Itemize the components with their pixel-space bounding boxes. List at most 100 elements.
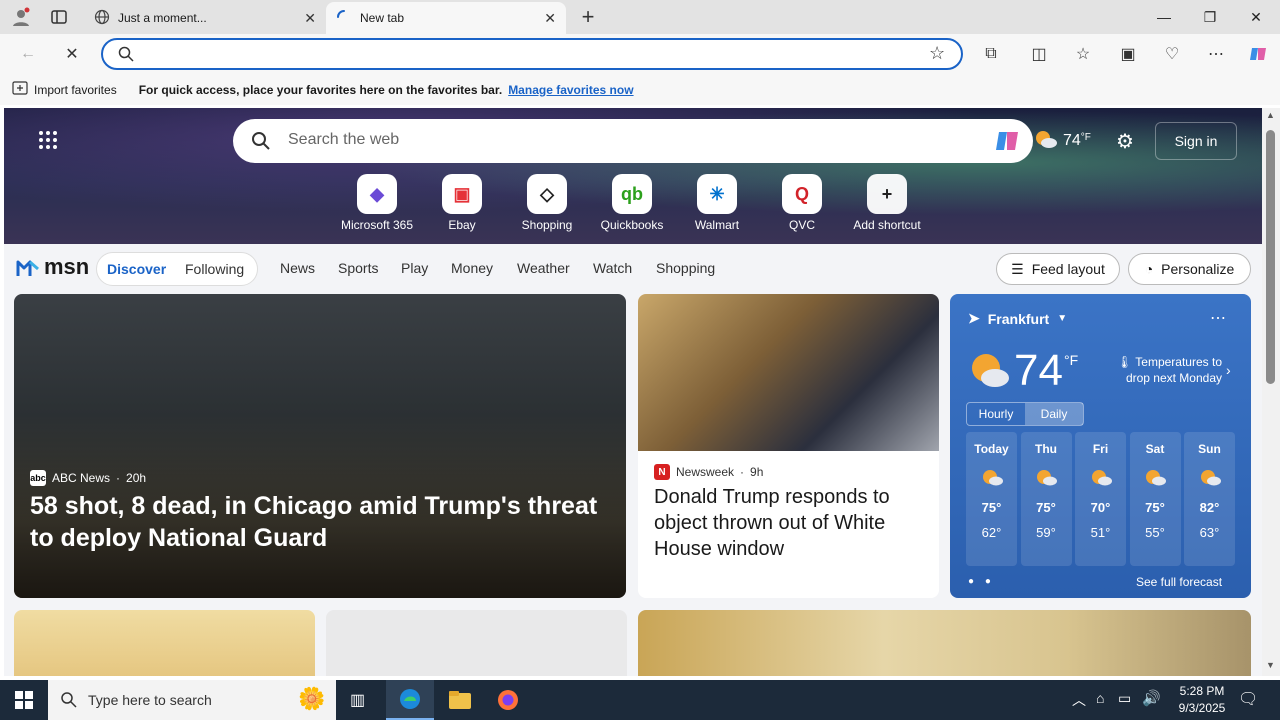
import-favorites-icon[interactable] [12,81,28,98]
msn-new-tab-page: Search the web 74°F ⚙ Sign in ◆ Microsoft… [4,108,1262,676]
nav-link-sports[interactable]: Sports [338,260,378,276]
collections-icon[interactable]: ▣ [1114,42,1142,66]
story-card[interactable] [638,610,1251,676]
favorites-bar: Import favorites For quick access, place… [0,74,1280,105]
show-hidden-icons[interactable]: ︿ [1072,690,1086,710]
daily-toggle[interactable]: Daily [1025,403,1083,425]
forecast-day[interactable]: Today 75° 62° [966,432,1017,566]
tab-title: New tab [360,11,405,25]
tab-following[interactable]: Following [185,261,244,277]
manage-favorites-link[interactable]: Manage favorites now [508,83,633,97]
copilot-search-icon[interactable] [993,128,1021,157]
volume-icon[interactable]: 🔊 [1142,689,1161,707]
import-favorites-button[interactable]: Import favorites [34,83,117,97]
story-card[interactable] [14,610,315,676]
browser-essentials-icon[interactable]: ♡ [1158,42,1186,66]
nav-link-play[interactable]: Play [401,260,428,276]
nav-link-shopping[interactable]: Shopping [656,260,715,276]
sign-in-button[interactable]: Sign in [1155,122,1237,160]
favorites-icon[interactable]: ☆ [1069,42,1097,66]
shortcut-plus[interactable]: + Add shortcut [847,174,927,232]
more-menu-icon[interactable]: ⋯ [1202,42,1230,66]
favorite-star-icon[interactable]: ☆ [929,43,945,64]
forecast-day[interactable]: Sun 82° 63° [1184,432,1235,566]
network-icon[interactable]: ⌂ [1096,690,1104,706]
msn-logo[interactable]: msn [16,254,89,280]
feed-layout-button[interactable]: ☰ Feed layout [996,253,1120,285]
firefox-icon[interactable] [496,688,520,715]
nav-link-weather[interactable]: Weather [517,260,570,276]
taskbar-search-box[interactable]: Type here to search 🌼 [48,680,336,720]
weather-location[interactable]: ➤ Frankfurt ▼ [968,310,1067,327]
more-options-icon[interactable]: ⋯ [1210,308,1226,328]
minimize-button[interactable]: — [1141,4,1187,30]
search-icon [60,691,78,712]
windows-start-icon[interactable] [14,690,34,713]
address-bar[interactable]: ☆ [101,38,963,70]
shortcut-microsoft365[interactable]: ◆ Microsoft 365 [337,174,417,232]
stop-loading-icon[interactable]: ✕ [58,42,86,66]
close-window-button[interactable]: ✕ [1233,4,1279,30]
story-card[interactable] [326,610,627,676]
tab-actions-icon[interactable] [50,8,70,26]
task-view-icon[interactable]: ▥ [350,690,365,710]
see-full-forecast-link[interactable]: See full forecast [1136,575,1222,589]
weather-sun-cloud-icon [968,350,1010,391]
story-source: N Newsweek · 9h [654,464,763,480]
forecast-day-name: Sat [1145,442,1165,456]
shortcut-walmart[interactable]: ✳ Walmart [677,174,757,232]
shortcut-ebay[interactable]: ▣ Ebay [422,174,502,232]
newsweek-logo-icon: N [654,464,670,480]
forecast-day-name: Fri [1092,442,1109,456]
forecast-day[interactable]: Sat 75° 55° [1129,432,1181,566]
side-story-card[interactable]: N Newsweek · 9h Donald Trump responds to… [638,294,939,598]
chevron-right-icon[interactable]: › [1226,362,1231,378]
back-icon[interactable]: ← [14,42,42,66]
settings-gear-icon[interactable]: ⚙ [1116,129,1134,154]
close-tab-icon[interactable]: ✕ [304,10,316,27]
forecast-day[interactable]: Fri 70° 51° [1075,432,1126,566]
tab-just-a-moment[interactable]: Just a moment... ✕ [84,2,326,34]
story-headline[interactable]: Donald Trump responds to object thrown o… [654,484,924,562]
vertical-scrollbar[interactable]: ▲ ▼ [1262,108,1280,676]
abc-news-logo-icon: abc [30,470,46,486]
sign-in-label: Sign in [1174,133,1218,149]
app-launcher-icon[interactable] [38,130,58,153]
close-tab-icon[interactable]: ✕ [544,10,556,27]
hero-story-card[interactable]: abc ABC News · 20h 58 shot, 8 dead, in C… [14,294,626,598]
edge-taskbar-icon[interactable] [386,680,434,720]
forecast-low: 51° [1090,525,1111,540]
profile-avatar[interactable] [8,6,34,28]
new-tab-button[interactable]: + [576,4,600,30]
scroll-down-icon[interactable]: ▼ [1266,660,1275,670]
sun-cloud-icon [1144,468,1166,486]
personalize-button[interactable]: ◔ Personalize [1128,253,1251,285]
split-screen-icon[interactable]: ◫ [1025,42,1053,66]
restore-button[interactable]: ❐ [1187,4,1233,30]
clock[interactable]: 5:28 PM 9/3/2025 [1170,683,1234,717]
ethernet-icon[interactable]: ▭ [1118,690,1131,707]
tab-discover[interactable]: Discover [107,261,166,277]
nav-link-news[interactable]: News [280,260,315,276]
copilot-icon[interactable] [1244,42,1272,66]
extensions-icon[interactable]: ⧉ [977,42,1005,66]
scroll-up-icon[interactable]: ▲ [1266,110,1275,120]
web-search-box[interactable]: Search the web [233,119,1033,163]
forecast-low: 63° [1199,525,1220,540]
shortcut-qvc[interactable]: Q QVC [762,174,842,232]
hourly-toggle[interactable]: Hourly [967,403,1025,425]
shortcut-quickbooks[interactable]: qb Quickbooks [592,174,672,232]
forecast-high: 75° [1145,500,1165,515]
tab-new-tab[interactable]: New tab ✕ [326,2,566,34]
notification-center-icon[interactable]: 🗨 [1238,689,1258,709]
weather-card[interactable]: ➤ Frankfurt ▼ ⋯ 74 °F 🌡 Temperatures to … [950,294,1251,598]
file-explorer-icon[interactable] [448,689,472,714]
shortcut-shopping-tag[interactable]: ◇ Shopping [507,174,587,232]
forecast-day[interactable]: Thu 75° 59° [1020,432,1072,566]
address-input[interactable] [149,44,909,64]
scroll-thumb[interactable] [1266,130,1275,384]
nav-link-watch[interactable]: Watch [593,260,632,276]
story-headline[interactable]: 58 shot, 8 dead, in Chicago amid Trump's… [30,490,610,554]
nav-link-money[interactable]: Money [451,260,493,276]
weather-alert[interactable]: 🌡 Temperatures to drop next Monday [1110,354,1222,386]
